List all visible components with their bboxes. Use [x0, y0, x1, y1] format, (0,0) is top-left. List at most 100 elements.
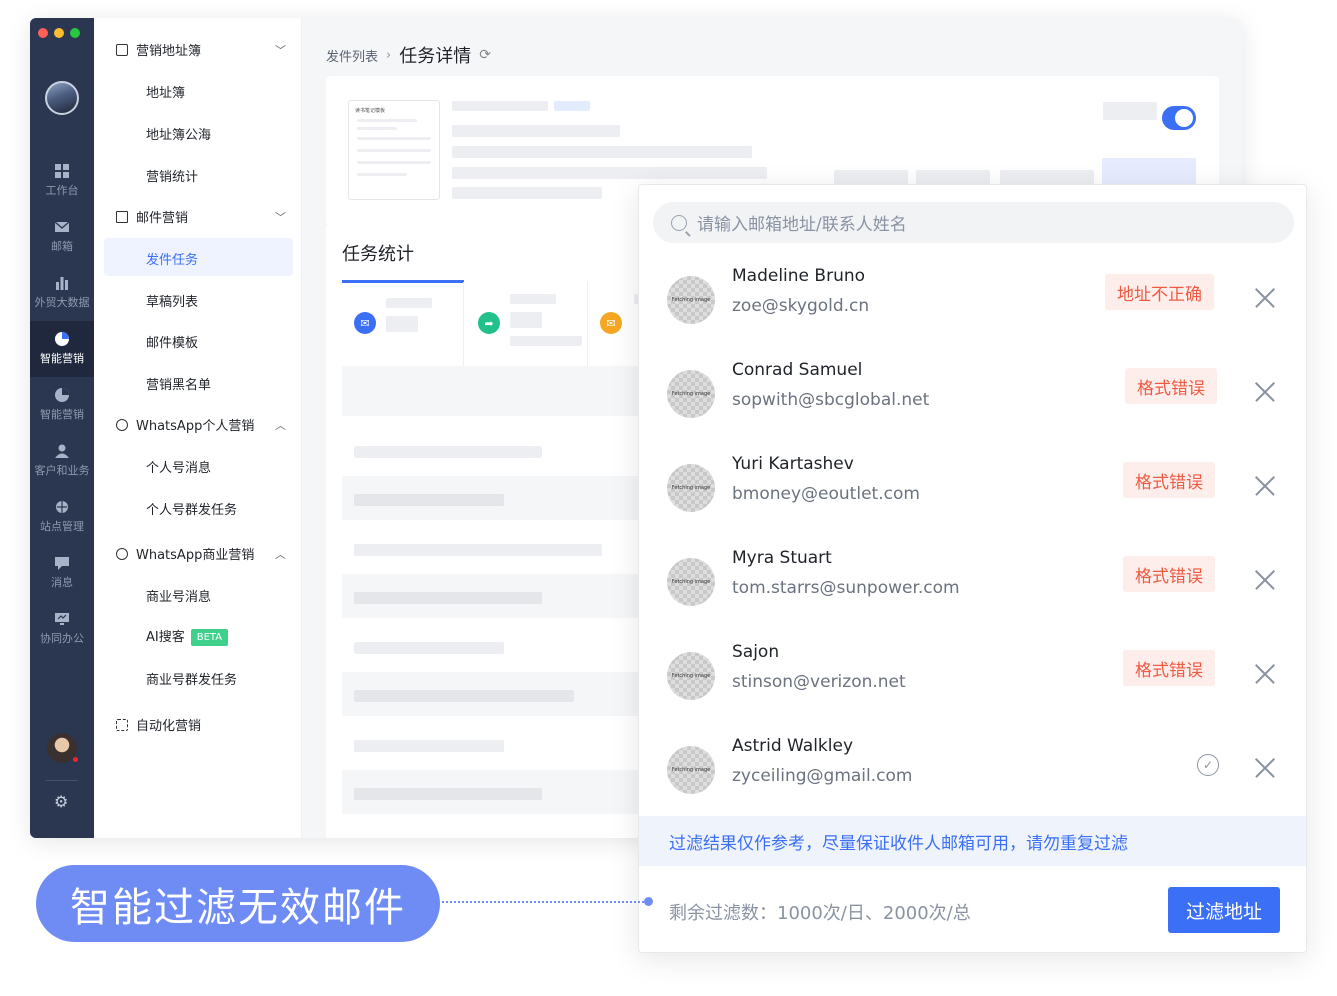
rail-item-smart-marketing-active[interactable]: 智能营销 [30, 321, 94, 377]
breadcrumb: 发件列表 › 任务详情 ⟳ [326, 42, 491, 68]
email-filter-panel: 请输入邮箱地址/联系人姓名 Fetching image Madeline Br… [638, 184, 1307, 953]
stats-title: 任务统计 [342, 244, 414, 265]
filter-address-button[interactable]: 过滤地址 [1168, 887, 1280, 933]
sidebar-group-address-book[interactable]: 营销地址簿 ﹀ [116, 40, 286, 59]
rail-label: 智能营销 [40, 408, 84, 421]
chat-icon [55, 557, 69, 570]
rail-item-smart-marketing[interactable]: 智能营销 [30, 377, 94, 433]
sidebar-group-automation[interactable]: 自动化营销 [116, 715, 286, 734]
remove-icon[interactable] [1255, 288, 1275, 308]
rail-label: 客户和业务 [34, 464, 90, 477]
company-avatar[interactable] [45, 81, 79, 115]
group-label: WhatsApp商业营销 [136, 548, 255, 563]
sidebar-group-whatsapp-business[interactable]: WhatsApp商业营销 ︿ [116, 544, 286, 563]
close-dot[interactable] [38, 28, 48, 38]
rail-label: 协同办公 [40, 632, 84, 645]
remove-icon[interactable] [1255, 664, 1275, 684]
contact-name: Yuri Kartashev [732, 454, 854, 474]
rail-item-workbench[interactable]: 工作台 [30, 153, 94, 209]
check-circle-icon: ✓ [1197, 754, 1219, 776]
status-badge: 格式错误 [1123, 556, 1215, 592]
contact-name: Madeline Bruno [732, 266, 866, 286]
bar-chart-icon [56, 277, 68, 290]
remove-icon[interactable] [1255, 382, 1275, 402]
whatsapp-business-icon [116, 547, 128, 560]
sidebar-item-templates[interactable]: 邮件模板 [146, 332, 198, 351]
rail-item-trade-data[interactable]: 外贸大数据 [30, 265, 94, 321]
search-placeholder: 请输入邮箱地址/联系人姓名 [697, 215, 907, 235]
sidebar-item-marketing-stats[interactable]: 营销统计 [146, 166, 198, 185]
sidebar-item-blacklist[interactable]: 营销黑名单 [146, 374, 211, 393]
online-status-dot [72, 756, 79, 763]
sidebar-item-drafts[interactable]: 草稿列表 [146, 291, 198, 310]
rail-item-customers[interactable]: 客户和业务 [30, 433, 94, 489]
mail-icon [55, 221, 69, 232]
rail-label: 消息 [51, 576, 73, 589]
minimize-dot[interactable] [54, 28, 64, 38]
sidebar-item-ai-search[interactable]: AI搜客 BETA [146, 626, 229, 646]
sidebar-item-personal-messages[interactable]: 个人号消息 [146, 457, 211, 476]
sidebar-item-business-broadcast[interactable]: 商业号群发任务 [146, 669, 237, 688]
sidebar-item-business-messages[interactable]: 商业号消息 [146, 586, 211, 605]
chevron-up-icon: ︿ [275, 547, 286, 561]
status-badge: 格式错误 [1123, 462, 1215, 498]
contact-avatar: Fetching image [667, 746, 715, 794]
remaining-quota: 剩余过滤数：1000次/日、2000次/总 [669, 903, 971, 924]
rail-item-sites[interactable]: 站点管理 [30, 489, 94, 545]
rail-label: 工作台 [45, 184, 79, 197]
stat-tab-forwarded[interactable]: ➦ [466, 282, 588, 366]
share-icon: ➦ [478, 312, 500, 334]
remove-icon[interactable] [1255, 476, 1275, 496]
search-input[interactable]: 请输入邮箱地址/联系人姓名 [653, 202, 1294, 243]
active-item-highlight [104, 238, 293, 276]
chevron-down-icon: ﹀ [275, 210, 286, 224]
template-thumbnail[interactable]: 读书笔记模板 [348, 100, 440, 200]
person-icon [55, 444, 69, 458]
gear-icon[interactable]: ⚙ [54, 792, 68, 811]
book-icon [116, 43, 128, 56]
chevron-down-icon: ﹀ [275, 43, 286, 57]
sidebar-item-personal-broadcast[interactable]: 个人号群发任务 [146, 499, 237, 518]
refresh-icon[interactable]: ⟳ [479, 47, 491, 63]
remove-icon[interactable] [1255, 758, 1275, 778]
contact-row: Fetching image Yuri Kartashev bmoney@eou… [639, 454, 1308, 558]
maximize-dot[interactable] [70, 28, 80, 38]
sidebar-item-address-pool[interactable]: 地址簿公海 [146, 124, 211, 143]
rail-label: 外贸大数据 [34, 296, 90, 309]
group-label: 邮件营销 [136, 211, 189, 226]
contact-row: Fetching image Myra Stuart tom.starrs@su… [639, 548, 1308, 652]
sidebar-item-send-tasks[interactable]: 发件任务 [146, 249, 198, 268]
task-toggle[interactable] [1162, 106, 1196, 130]
contact-avatar: Fetching image [667, 276, 715, 324]
stat-tab-sent[interactable]: ✉ [342, 282, 464, 366]
sidebar-group-email-marketing[interactable]: 邮件营销 ﹀ [116, 207, 286, 226]
callout-connector [442, 901, 648, 903]
rail-item-collab[interactable]: 协同办公 [30, 601, 94, 657]
whatsapp-icon [116, 418, 128, 431]
contact-name: Astrid Walkley [732, 736, 854, 756]
chevron-up-icon: ︿ [275, 418, 286, 432]
rail-item-mail[interactable]: 邮箱 [30, 209, 94, 265]
breadcrumb-parent[interactable]: 发件列表 [326, 46, 378, 65]
globe-icon [56, 501, 68, 513]
contact-avatar: Fetching image [667, 370, 715, 418]
page-title: 任务详情 [399, 46, 472, 67]
remove-icon[interactable] [1255, 570, 1275, 590]
envelope-icon: ✉ [354, 312, 376, 334]
contact-name: Sajon [732, 642, 780, 662]
contact-email: zoe@skygold.cn [732, 296, 870, 316]
search-icon [671, 214, 687, 231]
sidebar-group-whatsapp-personal[interactable]: WhatsApp个人营销 ︿ [116, 415, 286, 434]
beta-badge: BETA [190, 629, 229, 646]
ai-search-label: AI搜客 [146, 630, 185, 645]
contact-name: Myra Stuart [732, 548, 832, 568]
rail-label: 邮箱 [51, 240, 73, 253]
table-header-row [342, 366, 642, 416]
rail-item-messages[interactable]: 消息 [30, 545, 94, 601]
contact-avatar: Fetching image [667, 652, 715, 700]
group-label: 自动化营销 [136, 719, 202, 734]
status-badge: 格式错误 [1123, 650, 1215, 686]
pie-chart-icon [55, 388, 69, 402]
pie-chart-icon [55, 332, 69, 346]
sidebar-item-address-book[interactable]: 地址簿 [146, 82, 185, 101]
